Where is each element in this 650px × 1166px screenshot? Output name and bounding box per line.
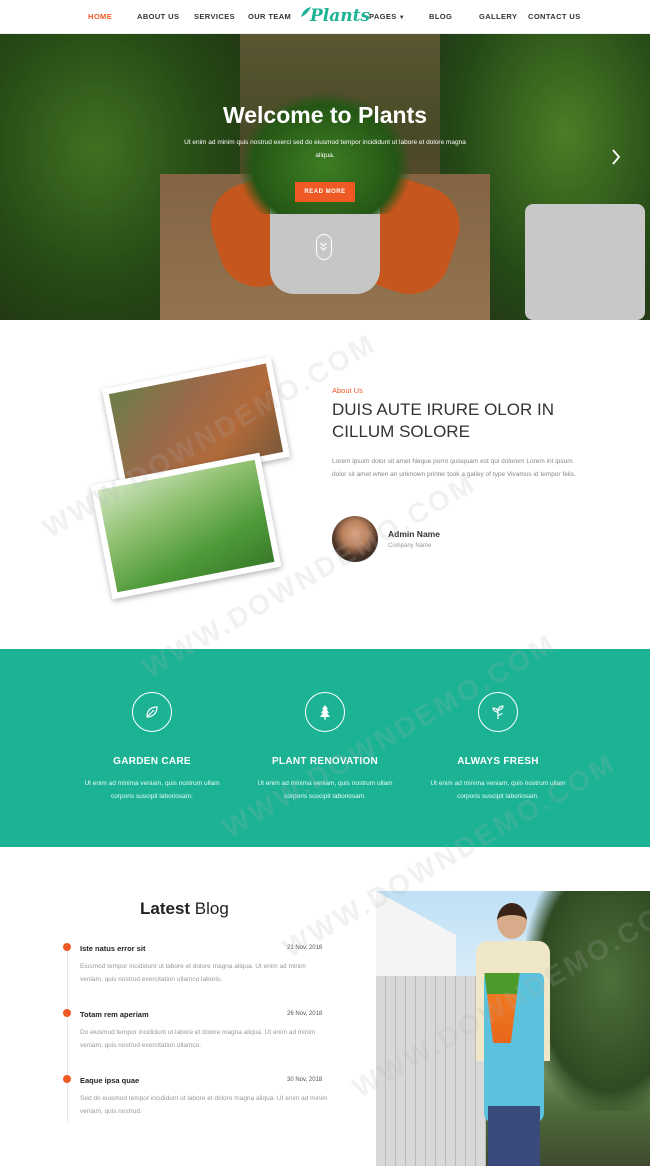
scroll-down-button[interactable] (316, 234, 332, 260)
blog-title-rest: Blog (190, 899, 229, 918)
nav-gallery-link[interactable]: GALLERY (479, 12, 517, 21)
double-chevron-down-icon (320, 242, 327, 251)
blog-post-date: 30 Nov, 2018 (287, 1077, 323, 1083)
timeline-dot (63, 943, 71, 951)
feature-text: Ut enim ad minima veniam, quis nostrum u… (84, 780, 220, 800)
blog-post-title[interactable]: Iste natus error sit (80, 944, 145, 953)
read-more-button[interactable]: READ MORE (295, 182, 355, 202)
feature-icon-circle (305, 692, 345, 732)
feature-text: Ut enim ad minima veniam, quis nostrum u… (257, 780, 393, 800)
admin-name: Admin Name (388, 529, 440, 539)
nav-pages-dropdown[interactable]: PAGES ▼ (369, 12, 405, 21)
company-name: Company Name (388, 543, 432, 549)
leaf-icon (146, 706, 158, 718)
nav-services-link[interactable]: SERVICES (194, 12, 235, 21)
avatar (332, 516, 378, 562)
blog-photo-gardener-with-carrots (376, 891, 650, 1166)
timeline-dot (63, 1009, 71, 1017)
hero-subtitle: Ut enim ad minim quis nostrud exerci sed… (184, 139, 466, 159)
blog-post-excerpt: Sed do eiusmod tempor incididunt ut labo… (80, 1095, 328, 1115)
blog-post-excerpt: Eiusmod tempor incididunt ut labore et d… (80, 963, 306, 983)
logo-text: Plants (310, 6, 371, 26)
blog-post-title[interactable]: Totam rem aperiam (80, 1010, 149, 1019)
nav-pages-label: PAGES (369, 12, 397, 21)
features-section: GARDEN CARE Ut enim ad minima veniam, qu… (0, 649, 650, 847)
hero-title: Welcome to Plants (222, 102, 428, 128)
timeline-dot (63, 1075, 71, 1083)
feature-icon-circle (132, 692, 172, 732)
site-logo[interactable]: Plants (300, 4, 370, 28)
feature-text: Ut enim ad minima veniam, quis nostrum u… (430, 780, 566, 800)
hero-banner: Welcome to Plants Ut enim ad minim quis … (0, 34, 650, 320)
blog-section-title: Latest Blog (140, 899, 229, 919)
chevron-down-icon: ▼ (398, 15, 406, 21)
slider-next-arrow-icon[interactable] (610, 148, 622, 166)
blog-post-date: 21 Nov, 2018 (287, 945, 323, 951)
feature-icon-circle (478, 692, 518, 732)
nav-home-link[interactable]: HOME (88, 12, 112, 21)
about-kicker: About Us (332, 386, 363, 395)
feature-title: GARDEN CARE (113, 756, 191, 767)
sprout-icon (492, 705, 504, 719)
feature-title: PLANT RENOVATION (271, 756, 379, 767)
about-text: Lorem ipsum dolor sit amet Neque porro q… (332, 458, 576, 478)
about-title: DUIS AUTE IRURE OLOR IN CILLUM SOLORE (332, 400, 554, 441)
top-navbar: HOME ABOUT US SERVICES OUR TEAM Plants P… (0, 0, 650, 34)
blog-timeline (67, 947, 68, 1122)
nav-blog-link[interactable]: BLOG (429, 12, 452, 21)
feature-title: ALWAYS FRESH (457, 756, 539, 767)
pine-tree-icon (320, 705, 330, 720)
nav-team-link[interactable]: OUR TEAM (248, 12, 291, 21)
blog-post-title[interactable]: Eaque ipsa quae (80, 1076, 139, 1085)
blog-post-excerpt: Do eiusmod tempor incididunt ut labore e… (80, 1029, 316, 1049)
nav-about-link[interactable]: ABOUT US (137, 12, 179, 21)
blog-post-date: 26 Nov, 2018 (287, 1011, 323, 1017)
nav-contact-link[interactable]: CONTACT US (528, 12, 581, 21)
blog-title-bold: Latest (140, 899, 191, 918)
